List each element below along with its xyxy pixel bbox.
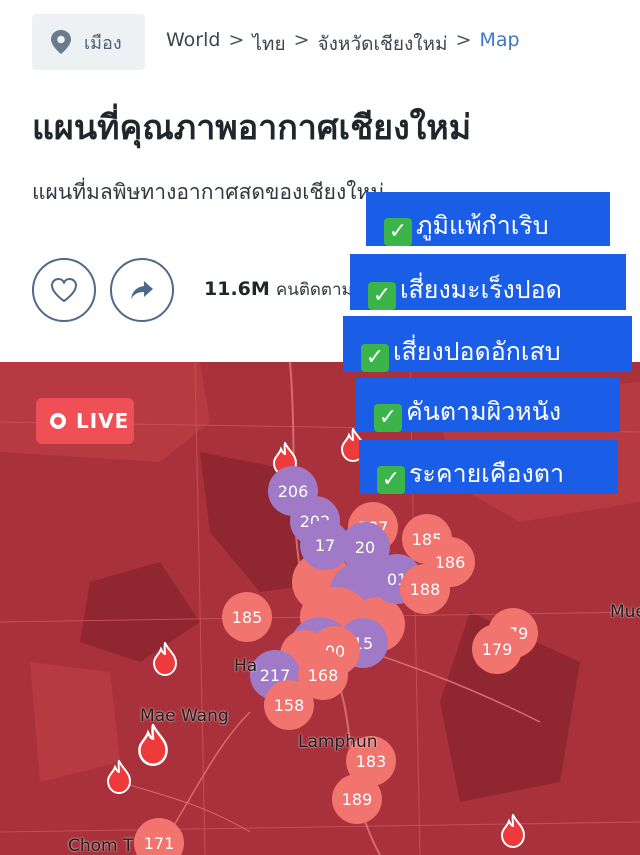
overlay-tag-text: คันตามผิวหนัง (406, 397, 562, 426)
aqi-marker[interactable]: 185 (222, 592, 272, 642)
place-label-mae-wang: Mae Wang (140, 706, 229, 726)
overlay-tag: ✓ ภูมิแพ้กำเริบ (366, 192, 610, 246)
fire-icon (152, 642, 178, 676)
page-subtitle: แผนที่มลพิษทางอากาศสดของเชียงใหม่ (32, 180, 385, 204)
overlay-tag: ✓ คันตามผิวหนัง (356, 378, 620, 432)
fire-icon (138, 724, 168, 766)
live-label: LIVE (76, 409, 130, 433)
followers-count: 11.6M คนติดตาม (204, 276, 353, 303)
overlay-tag: ✓ ระคายเคืองตา (359, 440, 618, 494)
fire-icon (106, 760, 132, 794)
overlay-tag: ✓ เสี่ยงปอดอักเสบ (343, 316, 632, 372)
overlay-tag-text: เสี่ยงมะเร็งปอด (400, 275, 562, 304)
place-label-mueang: Mue (610, 602, 640, 622)
top-bar: เมือง World > ไทย > จังหวัดเชียงใหม่ > M… (0, 0, 640, 86)
overlay-tag: ✓ เสี่ยงมะเร็งปอด (350, 254, 626, 310)
overlay-tag-text: เสี่ยงปอดอักเสบ (393, 337, 561, 366)
breadcrumb-separator: > (228, 29, 245, 51)
aqi-marker[interactable]: 188 (400, 564, 450, 614)
breadcrumb-separator: > (455, 29, 472, 51)
followers-label: คนติดตาม (275, 280, 353, 300)
checkmark-icon: ✓ (368, 282, 396, 310)
place-label-lamphun: Lamphun (298, 732, 378, 752)
overlay-tag-text: ระคายเคืองตา (409, 459, 565, 488)
breadcrumb-country[interactable]: ไทย (252, 29, 285, 59)
breadcrumb-world[interactable]: World (166, 29, 220, 59)
checkmark-icon: ✓ (374, 404, 402, 432)
share-icon (131, 281, 153, 299)
breadcrumb-separator: > (293, 29, 310, 51)
aqi-marker[interactable]: 179 (472, 624, 522, 674)
share-button[interactable] (110, 258, 174, 322)
breadcrumb-province[interactable]: จังหวัดเชียงใหม่ (318, 29, 448, 59)
followers-number: 11.6M (204, 278, 270, 300)
location-pin-icon (51, 30, 71, 54)
overlay-tag-text: ภูมิแพ้กำเริบ (416, 211, 549, 240)
checkmark-icon: ✓ (361, 344, 389, 372)
city-chip[interactable]: เมือง (32, 14, 145, 70)
breadcrumb-map[interactable]: Map (480, 29, 520, 59)
breadcrumb: World > ไทย > จังหวัดเชียงใหม่ > Map (166, 29, 520, 59)
live-dot-icon (50, 413, 66, 429)
city-chip-label: เมือง (84, 32, 122, 54)
live-badge: LIVE (36, 398, 134, 444)
heart-icon (50, 277, 78, 303)
page-title: แผนที่คุณภาพอากาศเชียงใหม่ (32, 108, 472, 148)
aqi-marker[interactable]: 189 (332, 774, 382, 824)
checkmark-icon: ✓ (377, 466, 405, 494)
place-label-hang-dong: Ha (234, 656, 258, 676)
fire-icon (500, 814, 526, 848)
aqi-marker[interactable]: 158 (264, 680, 314, 730)
checkmark-icon: ✓ (384, 218, 412, 246)
like-button[interactable] (32, 258, 96, 322)
pollution-map[interactable]: LIVE 206 202 187 17 20 185 186 01 188 18… (0, 362, 640, 855)
place-label-chom-thong: Chom T (68, 836, 134, 855)
